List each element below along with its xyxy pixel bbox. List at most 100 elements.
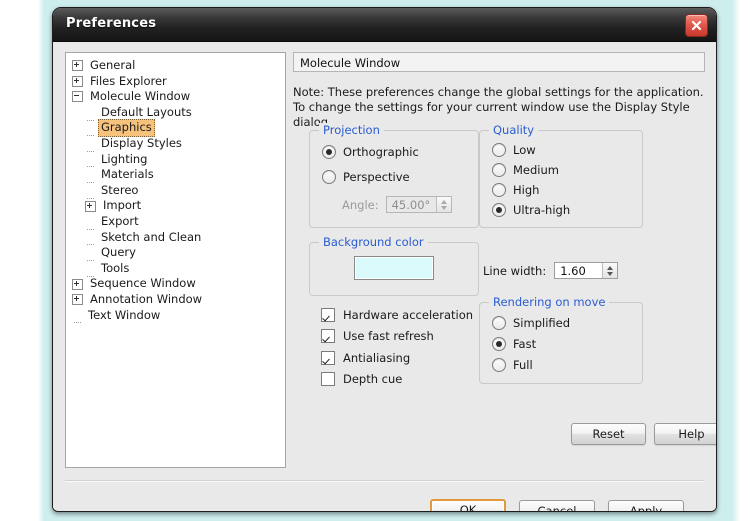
checkbox-hardware-acceleration[interactable]: Hardware acceleration	[321, 304, 473, 326]
background-color-swatch[interactable]	[354, 256, 434, 280]
line-width-stepper[interactable]: 1.60	[554, 262, 619, 279]
angle-stepper: 45.00°	[385, 196, 453, 213]
radio-orthographic[interactable]: Orthographic	[322, 142, 478, 162]
apply-button[interactable]: Apply	[608, 500, 684, 511]
radio-quality-medium-label: Medium	[513, 163, 559, 177]
radio-perspective-label: Perspective	[343, 170, 410, 184]
tree-item-query[interactable]: Query	[72, 245, 285, 261]
radio-render-fast[interactable]: Fast	[492, 333, 642, 354]
checkbox-use-fast-refresh[interactable]: Use fast refresh	[321, 326, 473, 348]
expand-icon[interactable]	[85, 200, 96, 212]
tree-item-stereo[interactable]: Stereo	[72, 183, 285, 199]
footer-divider	[65, 480, 704, 482]
note-line-1: Note: These preferences change the globa…	[293, 85, 704, 99]
expand-icon[interactable]	[72, 60, 83, 72]
line-width-stepper-arrows[interactable]	[602, 263, 618, 278]
rendering-on-move-group: Rendering on move Simplified Fast Full	[479, 295, 643, 384]
quality-group: Quality Low Medium High Ultra-high	[479, 123, 643, 228]
radio-quality-ultra-high-label: Ultra-high	[513, 203, 571, 217]
checkbox-depth-cue-label: Depth cue	[343, 372, 403, 387]
help-button[interactable]: Help	[654, 423, 716, 445]
tree-item-label: Text Window	[88, 307, 161, 322]
dialog-title: Preferences	[66, 16, 157, 31]
collapse-icon[interactable]	[72, 91, 83, 103]
tree-item-default-layouts[interactable]: Default Layouts	[72, 105, 285, 121]
tree-item-label: Lighting	[101, 151, 148, 166]
line-width-value: 1.60	[560, 264, 586, 278]
reset-button[interactable]: Reset	[571, 423, 646, 445]
tree-item-label: Stereo	[101, 182, 139, 197]
tree-item-label: Query	[101, 245, 136, 260]
angle-value: 45.00°	[391, 198, 431, 212]
angle-label: Angle:	[342, 197, 379, 212]
radio-quality-medium-indicator	[492, 163, 506, 177]
chevron-up-icon[interactable]	[607, 265, 614, 270]
dialog-titlebar[interactable]: Preferences	[53, 8, 716, 42]
tree-item-tools[interactable]: Tools	[72, 261, 285, 277]
checkbox-hardware-acceleration-indicator	[321, 307, 335, 322]
radio-quality-high-label: High	[513, 183, 540, 197]
radio-render-full[interactable]: Full	[492, 354, 642, 375]
tree-item-label: General	[90, 58, 136, 72]
radio-render-full-label: Full	[513, 357, 533, 372]
checkbox-depth-cue[interactable]: Depth cue	[321, 369, 473, 391]
radio-render-fast-indicator	[492, 336, 506, 351]
radio-quality-high[interactable]: High	[492, 180, 642, 200]
screen-root: Preferences General Files Explorer Molecul…	[0, 0, 750, 521]
radio-perspective[interactable]: Perspective	[322, 167, 478, 187]
expand-icon[interactable]	[72, 294, 83, 306]
dialog-body: General Files Explorer Molecule Window Defa…	[53, 42, 716, 511]
radio-quality-medium[interactable]: Medium	[492, 160, 642, 180]
tree-item-graphics[interactable]: Graphics	[72, 119, 285, 137]
tree-item-text-window[interactable]: Text Window	[72, 308, 285, 324]
tree-item-export[interactable]: Export	[72, 214, 285, 230]
ok-button[interactable]: OK	[430, 499, 506, 511]
tree-item-import[interactable]: Import	[72, 198, 285, 214]
radio-render-simplified-label: Simplified	[513, 315, 571, 330]
checkbox-antialiasing-label: Antialiasing	[343, 350, 411, 365]
chevron-up-icon	[441, 199, 448, 204]
tree-item-molecule-window[interactable]: Molecule Window	[72, 89, 285, 105]
expand-icon[interactable]	[72, 75, 83, 87]
tree-item-sequence-window[interactable]: Sequence Window	[72, 276, 285, 292]
preferences-dialog: Preferences General Files Explorer Molecul…	[52, 7, 717, 512]
projection-group: Projection Orthographic Perspective Angl…	[309, 123, 479, 228]
radio-quality-low-label: Low	[513, 143, 536, 157]
chevron-down-icon[interactable]	[607, 271, 614, 276]
tree-item-general[interactable]: General	[72, 58, 285, 74]
quality-legend: Quality	[489, 123, 539, 137]
radio-quality-ultra-high[interactable]: Ultra-high	[492, 200, 642, 220]
tree-item-display-styles[interactable]: Display Styles	[72, 136, 285, 152]
close-icon[interactable]	[685, 14, 708, 37]
line-width-field: Line width: 1.60	[483, 262, 619, 279]
tree-item-label: Display Styles	[101, 135, 182, 150]
checkbox-antialiasing[interactable]: Antialiasing	[321, 347, 473, 369]
background-color-legend: Background color	[319, 235, 428, 249]
checkbox-antialiasing-indicator	[321, 350, 335, 365]
projection-legend: Projection	[319, 123, 384, 137]
radio-render-simplified[interactable]: Simplified	[492, 312, 642, 333]
checkbox-use-fast-refresh-label: Use fast refresh	[343, 329, 434, 344]
background-color-group: Background color	[309, 235, 479, 296]
page-title: Molecule Window	[293, 52, 705, 72]
radio-orthographic-indicator	[322, 145, 336, 159]
tree-item-label: Sequence Window	[90, 276, 196, 291]
expand-icon[interactable]	[72, 278, 83, 290]
tree-item-label: Default Layouts	[101, 104, 192, 119]
cancel-button[interactable]: Cancel	[519, 500, 595, 511]
radio-quality-high-indicator	[492, 183, 506, 197]
checkbox-use-fast-refresh-indicator	[321, 329, 335, 344]
settings-pane: Molecule Window Note: These preferences …	[293, 52, 716, 468]
tree-item-sketch-and-clean[interactable]: Sketch and Clean	[72, 230, 285, 246]
tree-item-lighting[interactable]: Lighting	[72, 152, 285, 168]
radio-render-simplified-indicator	[492, 315, 506, 330]
chevron-down-icon	[441, 205, 448, 210]
preferences-tree[interactable]: General Files Explorer Molecule Window Defa…	[65, 52, 286, 468]
tree-item-annotation-window[interactable]: Annotation Window	[72, 292, 285, 308]
tree-item-materials[interactable]: Materials	[72, 167, 285, 183]
radio-quality-ultra-high-indicator	[492, 203, 506, 217]
checkbox-depth-cue-indicator	[321, 372, 335, 387]
radio-quality-low[interactable]: Low	[492, 140, 642, 160]
tree-item-label: Files Explorer	[90, 73, 167, 88]
tree-item-files-explorer[interactable]: Files Explorer	[72, 74, 285, 90]
